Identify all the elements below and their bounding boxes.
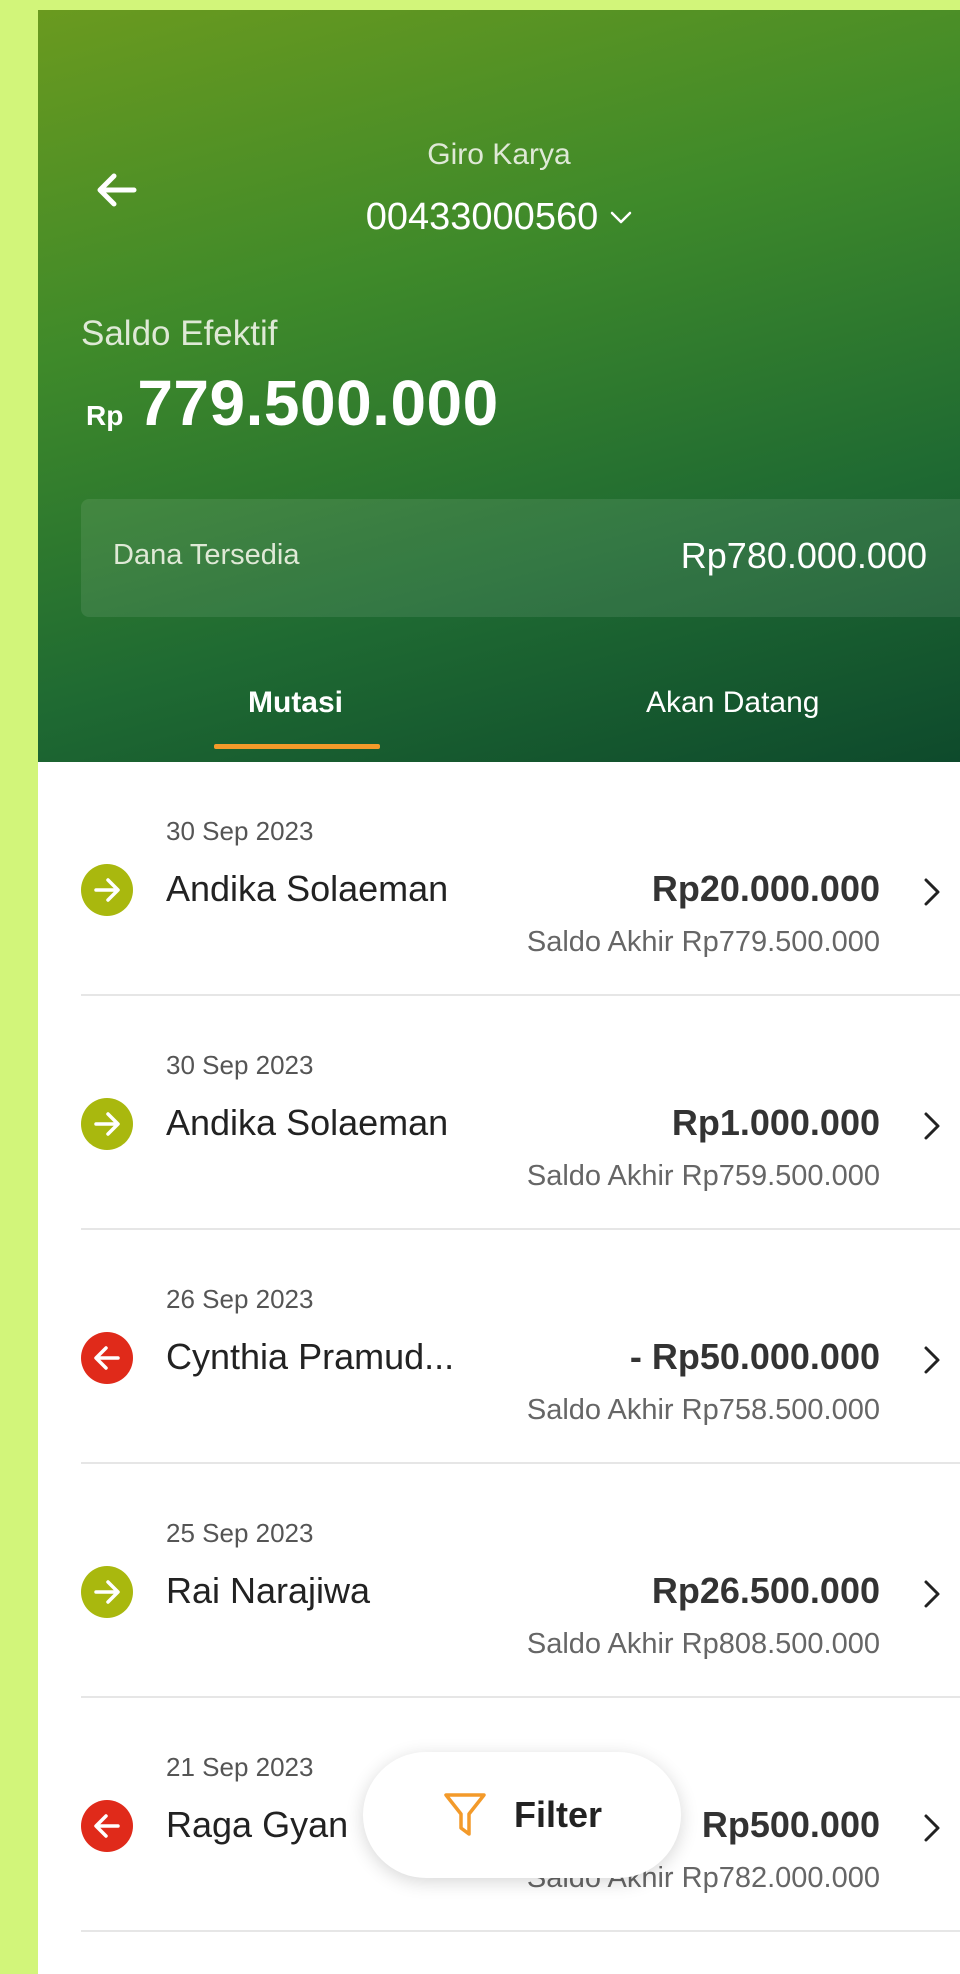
transaction-name: Cynthia Pramud... xyxy=(166,1336,455,1377)
chevron-right-icon xyxy=(924,1346,940,1374)
transaction-saldo-akhir: Saldo Akhir Rp759.500.000 xyxy=(526,1160,880,1192)
tab-bar: Mutasi Akan Datang xyxy=(38,670,960,750)
account-header: Giro Karya 00433000560 Saldo Efektif Rp … xyxy=(38,10,960,762)
mutasi-screen: Giro Karya 00433000560 Saldo Efektif Rp … xyxy=(38,10,960,1974)
chevron-right-icon xyxy=(924,878,940,906)
transaction-row[interactable]: 30 Sep 2023 Andika Solaeman Rp1.000.000 … xyxy=(38,996,960,1230)
transaction-amount: - Rp50.000.000 xyxy=(629,1336,880,1377)
dana-tersedia-value: Rp780.000.000 xyxy=(680,535,927,576)
chevron-down-icon xyxy=(610,211,632,223)
transaction-amount: Rp500.000 xyxy=(701,1804,880,1845)
active-tab-indicator xyxy=(214,744,380,749)
transaction-amount: Rp1.000.000 xyxy=(671,1102,880,1143)
saldo-efektif-amount: Rp 779.500.000 xyxy=(86,366,499,440)
transaction-name: Andika Solaeman xyxy=(166,1102,449,1143)
transaction-saldo-akhir: Saldo Akhir Rp758.500.000 xyxy=(526,1394,880,1426)
filter-button[interactable]: Filter xyxy=(363,1752,681,1878)
account-number: 00433000560 xyxy=(365,196,599,238)
transaction-date: 21 Sep 2023 xyxy=(166,1752,314,1782)
transaction-date: 30 Sep 2023 xyxy=(166,816,314,846)
dana-tersedia-label: Dana Tersedia xyxy=(113,539,300,571)
transaction-date: 25 Sep 2023 xyxy=(166,1518,314,1548)
dana-tersedia-box: Dana Tersedia Rp780.000.000 xyxy=(81,499,960,617)
transaction-row[interactable]: 26 Sep 2023 Cynthia Pramud... - Rp50.000… xyxy=(38,1230,960,1464)
chevron-right-icon xyxy=(924,1112,940,1140)
tab-mutasi[interactable]: Mutasi xyxy=(248,686,343,720)
saldo-currency: Rp xyxy=(86,400,124,431)
filter-label: Filter xyxy=(513,1794,602,1835)
transaction-amount: Rp20.000.000 xyxy=(651,868,880,909)
transaction-name: Raga Gyan xyxy=(166,1804,349,1845)
chevron-right-icon xyxy=(924,1814,940,1842)
arrow-left-icon xyxy=(81,1332,133,1384)
saldo-efektif-label: Saldo Efektif xyxy=(81,314,278,353)
filter-funnel-icon xyxy=(444,1793,486,1836)
arrow-right-icon xyxy=(81,1098,133,1150)
transaction-name: Andika Solaeman xyxy=(166,868,449,909)
transaction-row[interactable]: 25 Sep 2023 Rai Narajiwa Rp26.500.000 Sa… xyxy=(38,1464,960,1698)
transaction-date: 26 Sep 2023 xyxy=(166,1284,314,1314)
transaction-date: 30 Sep 2023 xyxy=(166,1050,314,1080)
chevron-right-icon xyxy=(924,1580,940,1608)
transaction-amount: Rp26.500.000 xyxy=(651,1570,880,1611)
arrow-right-icon xyxy=(81,864,133,916)
transaction-saldo-akhir: Saldo Akhir Rp779.500.000 xyxy=(526,926,880,958)
arrow-right-icon xyxy=(81,1566,133,1618)
arrow-left-icon xyxy=(81,1800,133,1852)
tab-akan-datang[interactable]: Akan Datang xyxy=(646,686,819,720)
saldo-value: 779.500.000 xyxy=(137,367,499,439)
divider xyxy=(81,1930,960,1932)
account-selector[interactable]: 00433000560 xyxy=(38,196,960,239)
transaction-saldo-akhir: Saldo Akhir Rp808.500.000 xyxy=(526,1628,880,1660)
transaction-name: Rai Narajiwa xyxy=(166,1570,371,1611)
transaction-row[interactable]: 30 Sep 2023 Andika Solaeman Rp20.000.000… xyxy=(38,762,960,996)
account-name: Giro Karya xyxy=(427,138,571,171)
